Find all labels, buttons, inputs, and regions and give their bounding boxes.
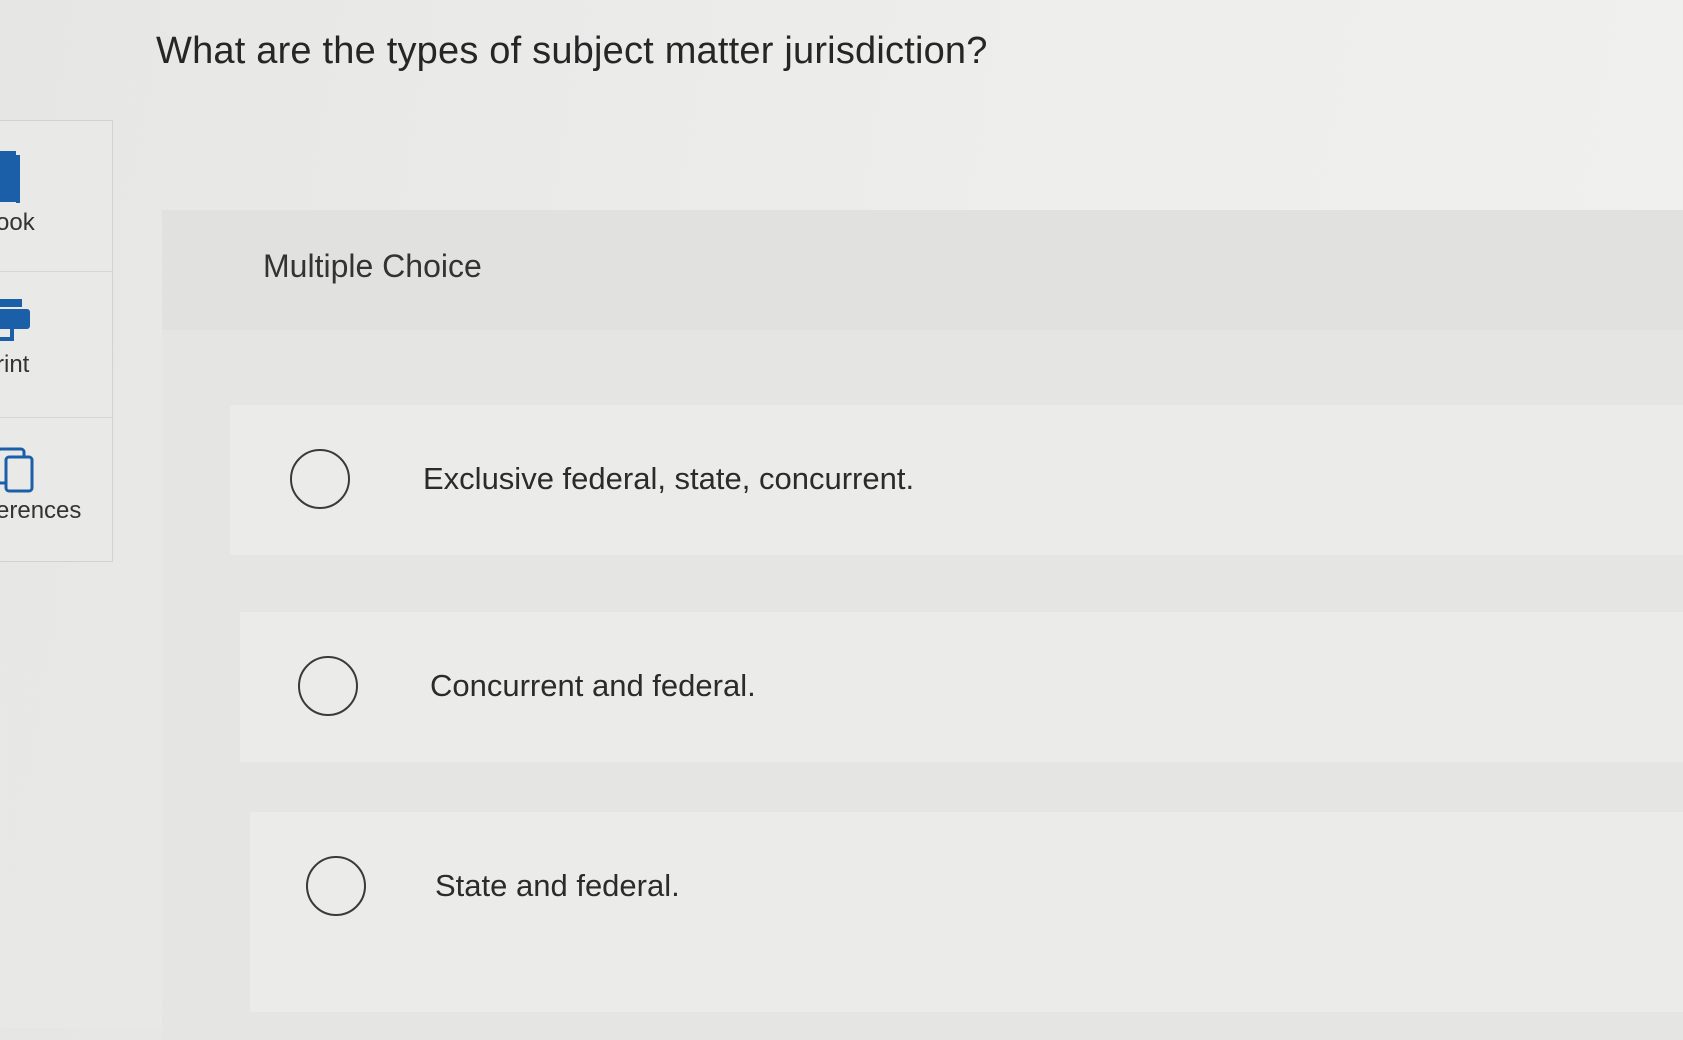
references-icon: [0, 447, 36, 498]
book-icon: [0, 151, 22, 208]
answer-option-label[interactable]: Concurrent and federal.: [430, 668, 756, 704]
question-type-label: Multiple Choice: [263, 248, 482, 284]
radio-button[interactable]: [298, 656, 358, 716]
answer-option-label[interactable]: State and federal.: [435, 868, 680, 904]
radio-button[interactable]: [306, 856, 366, 916]
question-panel-header: Multiple Choice: [162, 210, 1683, 330]
print-icon: [0, 299, 30, 348]
answer-option[interactable]: Exclusive federal, state, concurrent.: [230, 405, 1683, 555]
radio-button[interactable]: [290, 449, 350, 509]
answer-option[interactable]: Concurrent and federal.: [240, 612, 1683, 762]
ebook-tool[interactable]: ook: [0, 121, 112, 272]
side-toolbar: ook rint erences: [0, 120, 113, 562]
answer-option[interactable]: State and federal.: [250, 812, 1683, 1012]
answer-option-label[interactable]: Exclusive federal, state, concurrent.: [423, 461, 914, 497]
ebook-label: ook: [0, 209, 35, 236]
print-label: rint: [0, 351, 30, 378]
references-tool[interactable]: erences: [0, 417, 112, 561]
references-label: erences: [0, 497, 82, 524]
print-tool[interactable]: rint: [0, 271, 112, 418]
question-title: What are the types of subject matter jur…: [156, 30, 988, 72]
